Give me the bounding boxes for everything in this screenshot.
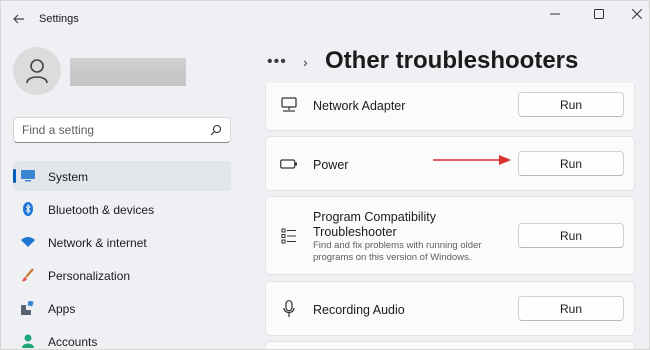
back-button[interactable]: [7, 7, 31, 31]
microphone-icon: [280, 300, 298, 318]
close-button[interactable]: [619, 3, 649, 25]
annotation-arrow-icon: [433, 155, 511, 165]
sidebar-item-apps[interactable]: Apps: [13, 293, 231, 323]
page-title: Other troubleshooters: [325, 47, 579, 74]
sidebar-nav: System Bluetooth & devices Network & int…: [13, 161, 231, 349]
person-icon: [21, 334, 35, 348]
list-icon: [280, 227, 298, 245]
monitor-icon: [21, 169, 35, 183]
maximize-icon: [594, 9, 604, 19]
sidebar-item-label: System: [48, 170, 89, 184]
breadcrumb-overflow-button[interactable]: •••: [267, 53, 287, 71]
troubleshooter-card-recording-audio: Recording Audio Run: [265, 281, 635, 336]
run-recording-audio-button[interactable]: Run: [518, 296, 624, 321]
wifi-icon: [21, 235, 35, 249]
search-input[interactable]: [14, 118, 204, 142]
troubleshooter-title-line2: Troubleshooter: [313, 225, 397, 239]
sidebar-item-label: Network & internet: [48, 236, 147, 250]
run-network-adapter-button[interactable]: Run: [518, 92, 624, 117]
sidebar-item-label: Personalization: [48, 269, 131, 283]
search-icon[interactable]: [210, 124, 222, 136]
sidebar-item-bluetooth-devices[interactable]: Bluetooth & devices: [13, 194, 231, 224]
sidebar-item-label: Accounts: [48, 335, 98, 349]
sidebar-item-accounts[interactable]: Accounts: [13, 326, 231, 349]
sidebar-item-network-internet[interactable]: Network & internet: [13, 227, 231, 257]
sidebar-item-label: Bluetooth & devices: [48, 203, 155, 217]
troubleshooter-card-program-compatibility: Program Compatibility Troubleshooter Fin…: [265, 196, 635, 275]
bluetooth-icon: [21, 202, 35, 216]
maximize-button[interactable]: [581, 3, 617, 25]
apps-icon: [21, 301, 35, 315]
troubleshooter-card-network-adapter: Network Adapter Run: [265, 83, 635, 131]
troubleshooter-title: Network Adapter: [313, 99, 406, 113]
title-bar: Settings: [1, 1, 649, 37]
brush-icon: [21, 268, 35, 282]
run-program-compatibility-button[interactable]: Run: [518, 223, 624, 248]
chevron-right-icon: ›: [303, 54, 308, 70]
troubleshooter-title: Recording Audio: [313, 303, 405, 317]
sidebar-item-label: Apps: [48, 302, 76, 316]
back-arrow-icon: [13, 14, 24, 24]
avatar: [13, 47, 61, 95]
account-name-redacted: [70, 58, 186, 86]
troubleshooter-card-partial: [265, 341, 635, 349]
troubleshooter-title: Program Compatibility: [313, 210, 436, 224]
network-adapter-icon: [280, 96, 298, 114]
sidebar-item-personalization[interactable]: Personalization: [13, 260, 231, 290]
settings-window: Settings Find a setting System Bluetooth…: [0, 0, 650, 350]
battery-icon: [280, 155, 298, 173]
search-box[interactable]: [13, 117, 231, 143]
run-power-button[interactable]: Run: [518, 151, 624, 176]
minimize-icon: [550, 13, 560, 15]
close-icon: [632, 9, 642, 19]
minimize-button[interactable]: [537, 3, 573, 25]
person-avatar-icon: [26, 59, 48, 84]
troubleshooter-description: Find and fix problems with running older…: [313, 240, 482, 263]
troubleshooter-title: Power: [313, 158, 349, 172]
app-title: Settings: [39, 13, 79, 25]
sidebar-item-system[interactable]: System: [13, 161, 231, 191]
